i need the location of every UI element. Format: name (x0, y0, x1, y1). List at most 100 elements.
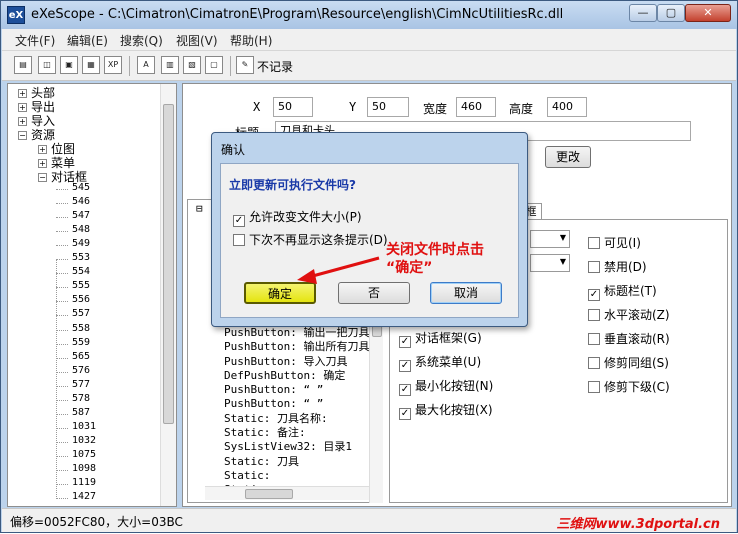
tree-connector (56, 273, 68, 275)
y-input[interactable]: 50 (367, 97, 409, 117)
style-combo-1[interactable] (530, 230, 570, 248)
tree-leaf-dialog[interactable]: 558 (72, 323, 90, 334)
tree-leaf-dialog[interactable]: 587 (72, 407, 90, 418)
tree-connector (56, 385, 68, 387)
change-button[interactable]: 更改 (545, 146, 591, 168)
control-list-item[interactable]: Static: 刀具 (224, 455, 374, 469)
tree-connector (56, 484, 68, 486)
control-list-item[interactable]: Static: 刀具名称: (224, 412, 374, 426)
control-list-item[interactable]: DefPushButton: 确定 (224, 369, 374, 383)
minimize-button[interactable]: — (629, 4, 657, 22)
control-list-hscroll[interactable] (205, 486, 369, 500)
allow-resize-checkbox[interactable]: ✓ 允许改变文件大小(P) (233, 208, 362, 227)
style-checkbox[interactable]: 禁用(D) (588, 258, 647, 275)
checkbox-icon: ✓ (399, 360, 411, 372)
tree-scrollbar[interactable] (160, 84, 176, 506)
style-checkbox[interactable]: 可见(I) (588, 234, 641, 251)
expand-icon[interactable]: ⊟ (196, 202, 203, 216)
window-icon[interactable]: ▢ (205, 56, 223, 74)
style-combo-2[interactable] (530, 254, 570, 272)
style-checkbox[interactable]: ✓ 最大化按钮(X) (399, 401, 493, 420)
tree-leaf-dialog[interactable]: 1032 (72, 435, 96, 446)
tree-leaf-dialog[interactable]: 1031 (72, 421, 96, 432)
maximize-button[interactable]: ▢ (657, 4, 685, 22)
tree-leaf-dialog[interactable]: 545 (72, 182, 90, 193)
tree-leaf-dialog[interactable]: 1098 (72, 463, 96, 474)
tree-leaf-dialog[interactable]: 565 (72, 351, 90, 362)
log-icon[interactable]: ✎ (236, 56, 254, 74)
control-list-item[interactable]: PushButton: 输出所有刀具 (224, 340, 374, 354)
style-checkbox[interactable]: 垂直滚动(R) (588, 330, 670, 347)
resource-tree[interactable]: + 头部 + 导出 + 导入 − 资源 + 位图 + 菜单 − 对话框 545 546 547 54… (7, 83, 177, 507)
tree-leaf-dialog[interactable]: 553 (72, 252, 90, 263)
style-checkbox[interactable]: ✓ 最小化按钮(N) (399, 377, 493, 396)
control-list-item[interactable]: SysListView32: 目录1 (224, 440, 374, 454)
tree-connector (56, 371, 68, 373)
no-log-label[interactable]: 不记录 (257, 58, 293, 75)
tree-connector (56, 217, 68, 219)
control-list-hscroll-thumb[interactable] (245, 489, 293, 499)
tree-leaf-dialog[interactable]: 1119 (72, 477, 96, 488)
tree-connector (56, 470, 68, 471)
title-bar[interactable]: eX eXeScope - C:\Cimatron\CimatronE\Prog… (1, 1, 737, 29)
checkbox-icon: ✓ (399, 384, 411, 396)
tree-leaf-dialog[interactable]: 549 (72, 238, 90, 249)
open-icon[interactable]: ◫ (38, 56, 56, 74)
confirm-dialog: 确认 立即更新可执行文件吗? ✓ 允许改变文件大小(P) 下次不再显示这条提示(D… (211, 132, 528, 327)
style-checkbox[interactable]: ✓ 标题栏(T) (588, 282, 657, 301)
no-button[interactable]: 否 (338, 282, 410, 304)
save-icon[interactable]: ▤ (14, 56, 32, 74)
dialog-icon[interactable]: ▥ (161, 56, 179, 74)
tree-leaf-dialog[interactable]: 577 (72, 379, 90, 390)
control-list[interactable]: PushButton: 输出一把刀具 PushButton: 输出所有刀具 Push… (224, 326, 374, 496)
tree-leaf-dialog[interactable]: 578 (72, 393, 90, 404)
checkbox-icon: ✓ (588, 289, 600, 301)
checkbox-icon (233, 234, 245, 246)
control-list-item[interactable]: PushButton: 导入刀具 (224, 355, 374, 369)
control-list-item[interactable]: PushButton: “ ” (224, 397, 374, 411)
height-input[interactable]: 400 (547, 97, 587, 117)
tree-leaf-dialog[interactable]: 555 (72, 280, 90, 291)
tree-connector (56, 343, 68, 345)
dont-show-again-checkbox[interactable]: 下次不再显示这条提示(D) (233, 231, 388, 248)
tree-leaf-dialog[interactable]: 1075 (72, 449, 96, 460)
control-list-item[interactable]: Static: (224, 469, 374, 483)
menu-view[interactable]: 视图(V) (176, 32, 218, 49)
tree-leaf-dialog[interactable]: 576 (72, 365, 90, 376)
control-list-item[interactable]: PushButton: 输出一把刀具 (224, 326, 374, 340)
style-checkbox[interactable]: 水平滚动(Z) (588, 306, 670, 323)
tree-leaf-dialog[interactable]: 1427 (72, 491, 96, 502)
menu-file[interactable]: 文件(F) (15, 32, 55, 49)
status-bar: 偏移=0052FC80，大小=03BC 三维网www.3dportal.cn (2, 508, 736, 532)
image-icon[interactable]: ▧ (183, 56, 201, 74)
tree-connector (56, 441, 68, 443)
tree-scrollbar-thumb[interactable] (163, 104, 174, 424)
style-checkbox[interactable]: ✓ 对话框架(G) (399, 329, 482, 348)
tree-connector (56, 301, 68, 303)
tree-leaf-dialog[interactable]: 559 (72, 337, 90, 348)
style-checkbox[interactable]: ✓ 系统菜单(U) (399, 353, 481, 372)
cancel-button[interactable]: 取消 (430, 282, 502, 304)
control-list-item[interactable]: Static: 备注: (224, 426, 374, 440)
font-icon[interactable]: A (137, 56, 155, 74)
xp-icon[interactable]: XP (104, 56, 122, 74)
style-checkbox[interactable]: 修剪下级(C) (588, 378, 670, 395)
width-input[interactable]: 460 (456, 97, 496, 117)
tree-leaf-dialog[interactable]: 546 (72, 196, 90, 207)
tree-leaf-dialog[interactable]: 556 (72, 294, 90, 305)
disk-icon[interactable]: ▣ (60, 56, 78, 74)
tree-leaf-dialog[interactable]: 557 (72, 308, 90, 319)
tree-connector (56, 245, 68, 247)
tree-leaf-dialog[interactable]: 548 (72, 224, 90, 235)
tree-leaf-dialog[interactable]: 547 (72, 210, 90, 221)
export-icon[interactable]: ▦ (82, 56, 100, 74)
tree-leaf-dialog[interactable]: 554 (72, 266, 90, 277)
x-input[interactable]: 50 (273, 97, 313, 117)
style-checkbox[interactable]: 修剪同组(S) (588, 354, 669, 371)
ok-button[interactable]: 确定 (244, 282, 316, 304)
menu-edit[interactable]: 编辑(E) (67, 32, 108, 49)
control-list-item[interactable]: PushButton: “ ” (224, 383, 374, 397)
close-button[interactable]: ✕ (685, 4, 731, 22)
menu-search[interactable]: 搜索(Q) (120, 32, 163, 49)
menu-help[interactable]: 帮助(H) (230, 32, 272, 49)
